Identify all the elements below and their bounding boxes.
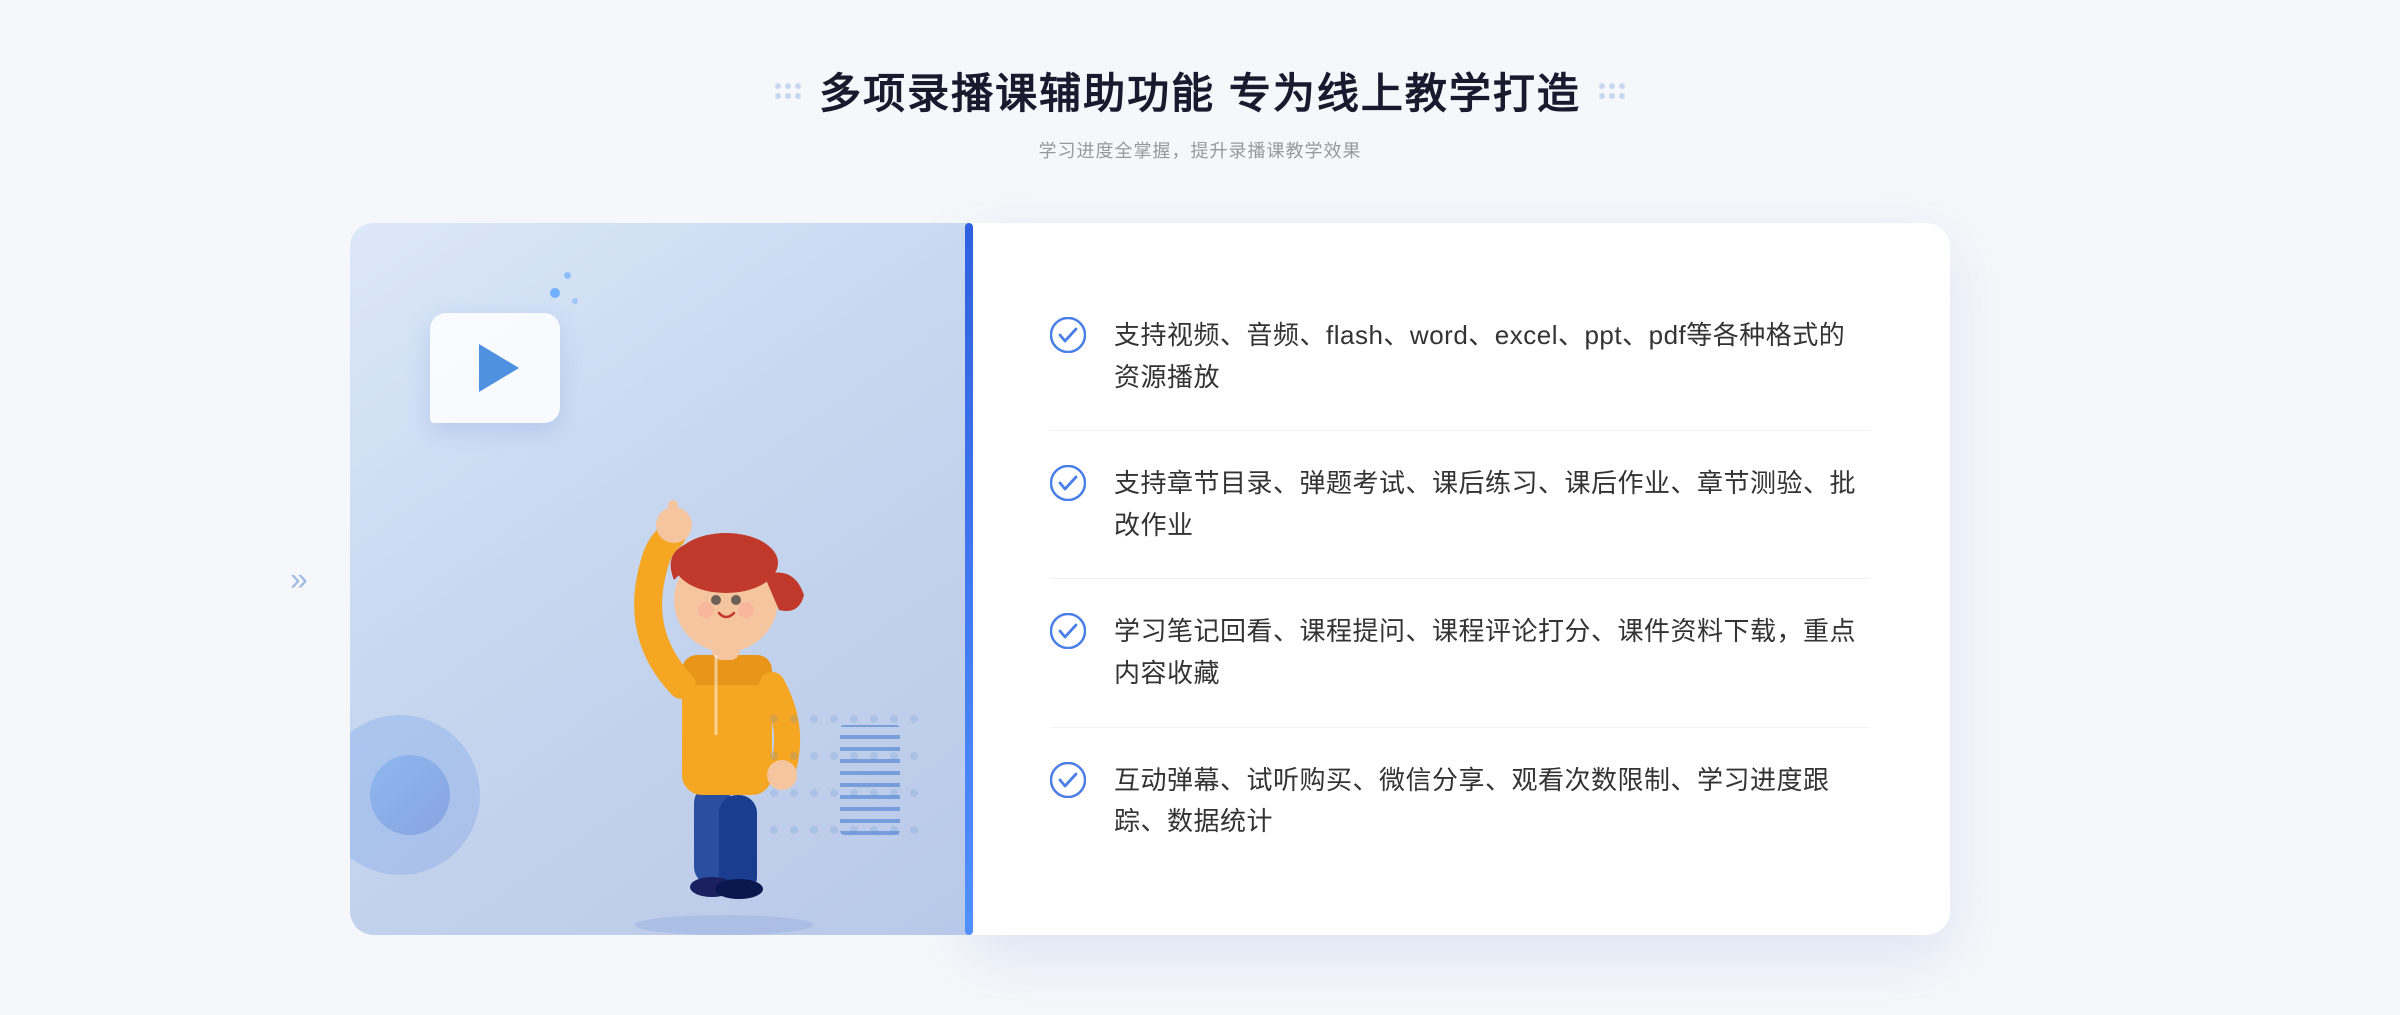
play-icon <box>479 344 519 392</box>
features-panel: 支持视频、音频、flash、word、excel、ppt、pdf等各种格式的资源… <box>970 223 1950 935</box>
blue-accent-bar <box>965 223 973 935</box>
content-area: 支持视频、音频、flash、word、excel、ppt、pdf等各种格式的资源… <box>350 223 1950 935</box>
illustration-bg <box>350 223 970 935</box>
check-icon-1 <box>1050 317 1086 353</box>
feature-text-3: 学习笔记回看、课程提问、课程评论打分、课件资料下载，重点内容收藏 <box>1114 611 1870 694</box>
check-icon-4 <box>1050 762 1086 798</box>
outer-container: » <box>350 223 2050 935</box>
right-dots-decoration <box>1599 83 1625 99</box>
feature-text-2: 支持章节目录、弹题考试、课后练习、课后作业、章节测验、批改作业 <box>1114 463 1870 546</box>
title-row: 多项录播课辅助功能 专为线上教学打造 <box>775 60 1625 121</box>
stripes-decoration <box>840 725 900 835</box>
play-bubble <box>430 313 560 423</box>
left-dots-decoration <box>775 83 801 99</box>
feature-item-1: 支持视频、音频、flash、word、excel、ppt、pdf等各种格式的资源… <box>1050 283 1870 431</box>
page-subtitle: 学习进度全掌握，提升录播课教学效果 <box>1038 137 1361 163</box>
feature-text-1: 支持视频、音频、flash、word、excel、ppt、pdf等各种格式的资源… <box>1114 315 1870 398</box>
left-arrow-decoration: » <box>290 560 304 597</box>
page-container: 多项录播课辅助功能 专为线上教学打造 学习进度全掌握，提升录播课教学效果 » <box>0 0 2400 1015</box>
feature-item-3: 学习笔记回看、课程提问、课程评论打分、课件资料下载，重点内容收藏 <box>1050 579 1870 727</box>
header-section: 多项录播课辅助功能 专为线上教学打造 学习进度全掌握，提升录播课教学效果 <box>775 60 1625 163</box>
illustration-container <box>350 223 970 935</box>
feature-item-4: 互动弹幕、试听购买、微信分享、观看次数限制、学习进度跟踪、数据统计 <box>1050 728 1870 875</box>
main-title: 多项录播课辅助功能 专为线上教学打造 <box>819 60 1581 121</box>
check-icon-3 <box>1050 613 1086 649</box>
deco-circle-small <box>370 755 450 835</box>
feature-item-2: 支持章节目录、弹题考试、课后练习、课后作业、章节测验、批改作业 <box>1050 431 1870 579</box>
check-icon-2 <box>1050 465 1086 501</box>
feature-text-4: 互动弹幕、试听购买、微信分享、观看次数限制、学习进度跟踪、数据统计 <box>1114 760 1870 843</box>
person-illustration <box>564 415 884 935</box>
